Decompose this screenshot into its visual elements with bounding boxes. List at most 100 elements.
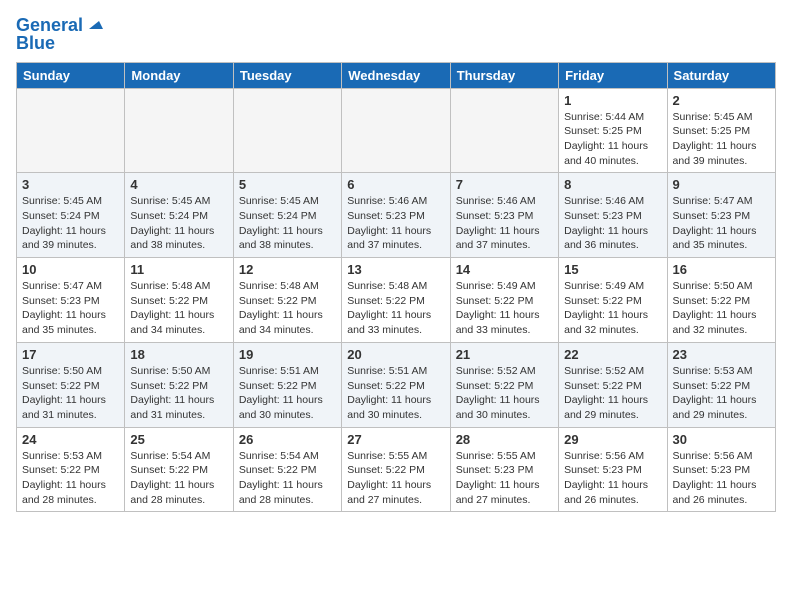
day-info: Sunrise: 5:47 AM Sunset: 5:23 PM Dayligh… [22,279,119,338]
calendar-cell: 25 Sunrise: 5:54 AM Sunset: 5:22 PM Dayli… [125,427,233,512]
calendar-cell: 10 Sunrise: 5:47 AM Sunset: 5:23 PM Dayli… [17,258,125,343]
day-number: 17 [22,347,119,362]
col-header-monday: Monday [125,62,233,88]
day-info: Sunrise: 5:51 AM Sunset: 5:22 PM Dayligh… [239,364,336,423]
calendar-cell: 18 Sunrise: 5:50 AM Sunset: 5:22 PM Dayli… [125,342,233,427]
day-number: 5 [239,177,336,192]
calendar-cell: 23 Sunrise: 5:53 AM Sunset: 5:22 PM Dayli… [667,342,775,427]
calendar-cell: 7 Sunrise: 5:46 AM Sunset: 5:23 PM Daylig… [450,173,558,258]
day-number: 25 [130,432,227,447]
day-info: Sunrise: 5:53 AM Sunset: 5:22 PM Dayligh… [673,364,770,423]
calendar-cell: 4 Sunrise: 5:45 AM Sunset: 5:24 PM Daylig… [125,173,233,258]
calendar-week-0: 1Sunrise: 5:44 AM Sunset: 5:25 PM Daylig… [17,88,776,173]
logo: General Blue [16,16,103,54]
day-info: Sunrise: 5:55 AM Sunset: 5:23 PM Dayligh… [456,449,553,508]
page-header: General Blue [16,16,776,54]
calendar-cell: 5 Sunrise: 5:45 AM Sunset: 5:24 PM Daylig… [233,173,341,258]
day-number: 15 [564,262,661,277]
day-number: 26 [239,432,336,447]
day-info: Sunrise: 5:50 AM Sunset: 5:22 PM Dayligh… [673,279,770,338]
day-number: 29 [564,432,661,447]
day-number: 24 [22,432,119,447]
calendar-week-4: 24 Sunrise: 5:53 AM Sunset: 5:22 PM Dayli… [17,427,776,512]
day-info: Sunrise: 5:45 AM Sunset: 5:25 PM Dayligh… [673,110,770,169]
calendar-week-3: 17 Sunrise: 5:50 AM Sunset: 5:22 PM Dayli… [17,342,776,427]
day-info: Sunrise: 5:48 AM Sunset: 5:22 PM Dayligh… [347,279,444,338]
calendar-cell: 15 Sunrise: 5:49 AM Sunset: 5:22 PM Dayli… [559,258,667,343]
day-number: 4 [130,177,227,192]
day-number: 9 [673,177,770,192]
day-info: Sunrise: 5:53 AM Sunset: 5:22 PM Dayligh… [22,449,119,508]
calendar-cell: 17 Sunrise: 5:50 AM Sunset: 5:22 PM Dayli… [17,342,125,427]
calendar-cell: 1Sunrise: 5:44 AM Sunset: 5:25 PM Daylig… [559,88,667,173]
day-info: Sunrise: 5:54 AM Sunset: 5:22 PM Dayligh… [130,449,227,508]
day-info: Sunrise: 5:49 AM Sunset: 5:22 PM Dayligh… [456,279,553,338]
day-number: 20 [347,347,444,362]
calendar-cell: 13 Sunrise: 5:48 AM Sunset: 5:22 PM Dayli… [342,258,450,343]
day-info: Sunrise: 5:47 AM Sunset: 5:23 PM Dayligh… [673,194,770,253]
calendar-cell [233,88,341,173]
calendar-cell: 19 Sunrise: 5:51 AM Sunset: 5:22 PM Dayli… [233,342,341,427]
day-number: 11 [130,262,227,277]
day-number: 18 [130,347,227,362]
day-info: Sunrise: 5:46 AM Sunset: 5:23 PM Dayligh… [564,194,661,253]
day-number: 19 [239,347,336,362]
calendar-header-row: SundayMondayTuesdayWednesdayThursdayFrid… [17,62,776,88]
calendar-cell: 27 Sunrise: 5:55 AM Sunset: 5:22 PM Dayli… [342,427,450,512]
day-info: Sunrise: 5:50 AM Sunset: 5:22 PM Dayligh… [130,364,227,423]
calendar-cell: 26Sunrise: 5:54 AM Sunset: 5:22 PM Dayli… [233,427,341,512]
day-number: 13 [347,262,444,277]
calendar-cell [17,88,125,173]
calendar-week-1: 3Sunrise: 5:45 AM Sunset: 5:24 PM Daylig… [17,173,776,258]
day-info: Sunrise: 5:46 AM Sunset: 5:23 PM Dayligh… [456,194,553,253]
day-number: 30 [673,432,770,447]
calendar-cell: 29Sunrise: 5:56 AM Sunset: 5:23 PM Dayli… [559,427,667,512]
day-number: 27 [347,432,444,447]
day-info: Sunrise: 5:45 AM Sunset: 5:24 PM Dayligh… [239,194,336,253]
calendar-cell [450,88,558,173]
calendar-cell: 9 Sunrise: 5:47 AM Sunset: 5:23 PM Daylig… [667,173,775,258]
day-info: Sunrise: 5:49 AM Sunset: 5:22 PM Dayligh… [564,279,661,338]
col-header-thursday: Thursday [450,62,558,88]
day-number: 14 [456,262,553,277]
day-number: 28 [456,432,553,447]
day-info: Sunrise: 5:56 AM Sunset: 5:23 PM Dayligh… [673,449,770,508]
day-number: 23 [673,347,770,362]
day-number: 10 [22,262,119,277]
calendar-cell: 16 Sunrise: 5:50 AM Sunset: 5:22 PM Dayli… [667,258,775,343]
calendar-cell [125,88,233,173]
calendar-cell: 2 Sunrise: 5:45 AM Sunset: 5:25 PM Daylig… [667,88,775,173]
day-number: 12 [239,262,336,277]
logo-icon [85,15,103,33]
col-header-tuesday: Tuesday [233,62,341,88]
day-number: 6 [347,177,444,192]
calendar-cell: 8 Sunrise: 5:46 AM Sunset: 5:23 PM Daylig… [559,173,667,258]
calendar-cell: 20 Sunrise: 5:51 AM Sunset: 5:22 PM Dayli… [342,342,450,427]
calendar-cell: 21Sunrise: 5:52 AM Sunset: 5:22 PM Dayli… [450,342,558,427]
day-info: Sunrise: 5:52 AM Sunset: 5:22 PM Dayligh… [456,364,553,423]
day-info: Sunrise: 5:45 AM Sunset: 5:24 PM Dayligh… [22,194,119,253]
day-info: Sunrise: 5:52 AM Sunset: 5:22 PM Dayligh… [564,364,661,423]
calendar-cell [342,88,450,173]
calendar-cell: 3Sunrise: 5:45 AM Sunset: 5:24 PM Daylig… [17,173,125,258]
calendar-cell: 22 Sunrise: 5:52 AM Sunset: 5:22 PM Dayli… [559,342,667,427]
col-header-wednesday: Wednesday [342,62,450,88]
calendar-cell: 14 Sunrise: 5:49 AM Sunset: 5:22 PM Dayli… [450,258,558,343]
day-info: Sunrise: 5:51 AM Sunset: 5:22 PM Dayligh… [347,364,444,423]
day-number: 8 [564,177,661,192]
day-info: Sunrise: 5:50 AM Sunset: 5:22 PM Dayligh… [22,364,119,423]
logo-text-line2: Blue [16,34,55,54]
day-info: Sunrise: 5:48 AM Sunset: 5:22 PM Dayligh… [130,279,227,338]
calendar-week-2: 10 Sunrise: 5:47 AM Sunset: 5:23 PM Dayli… [17,258,776,343]
day-info: Sunrise: 5:55 AM Sunset: 5:22 PM Dayligh… [347,449,444,508]
day-number: 2 [673,93,770,108]
calendar-cell: 30 Sunrise: 5:56 AM Sunset: 5:23 PM Dayli… [667,427,775,512]
day-info: Sunrise: 5:48 AM Sunset: 5:22 PM Dayligh… [239,279,336,338]
calendar-cell: 24 Sunrise: 5:53 AM Sunset: 5:22 PM Dayli… [17,427,125,512]
day-number: 22 [564,347,661,362]
day-info: Sunrise: 5:45 AM Sunset: 5:24 PM Dayligh… [130,194,227,253]
day-number: 16 [673,262,770,277]
day-number: 7 [456,177,553,192]
col-header-friday: Friday [559,62,667,88]
calendar-cell: 12 Sunrise: 5:48 AM Sunset: 5:22 PM Dayli… [233,258,341,343]
